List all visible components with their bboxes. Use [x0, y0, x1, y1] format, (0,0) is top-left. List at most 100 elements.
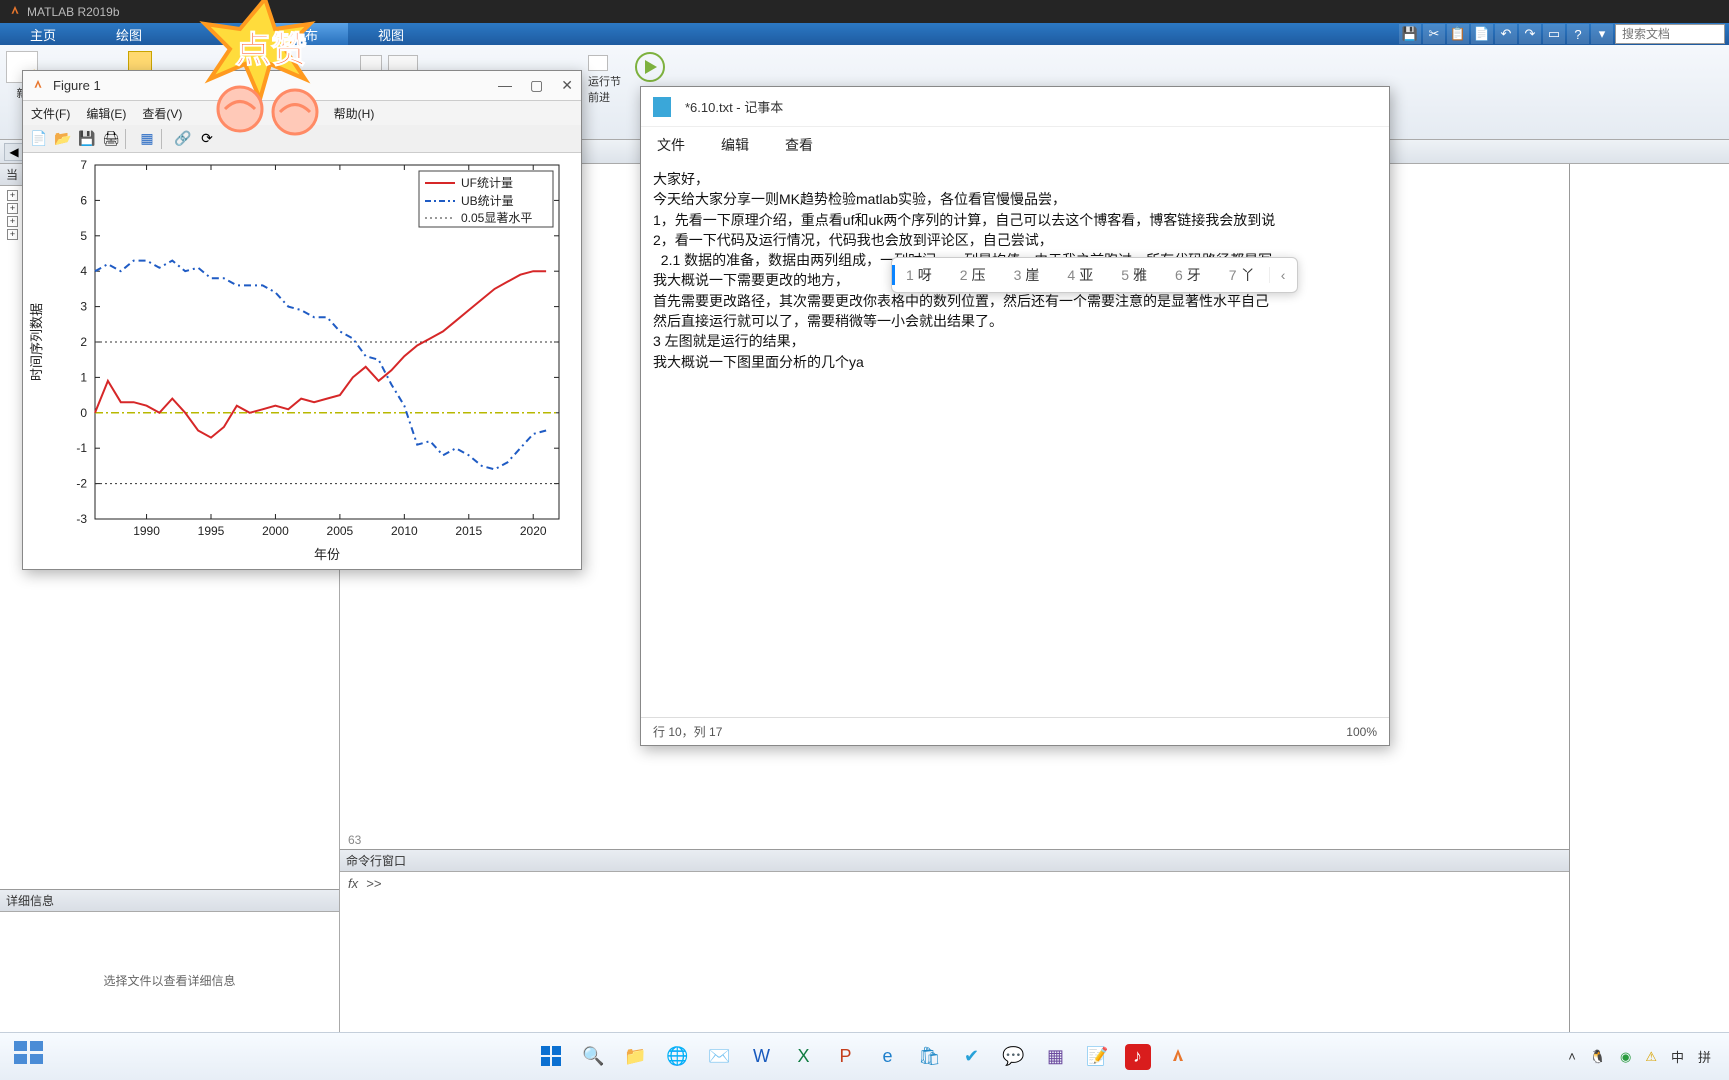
- menu-view[interactable]: 查看(V): [142, 105, 182, 122]
- ie-icon[interactable]: e: [873, 1042, 903, 1072]
- svg-text:-3: -3: [76, 512, 87, 526]
- system-tray: ˄ 🐧 ◉ ⚠ 中 拼: [1568, 1047, 1729, 1066]
- start-icon[interactable]: [537, 1042, 567, 1072]
- ime-candidate[interactable]: 6牙: [1161, 265, 1215, 285]
- ime-lang[interactable]: 中: [1671, 1047, 1684, 1066]
- open-icon[interactable]: 📂: [53, 129, 73, 149]
- notepad-content[interactable]: 大家好， 今天给大家分享一则MK趋势检验matlab实验，各位看官慢慢品尝， 1…: [641, 163, 1389, 717]
- rotate-icon[interactable]: ⟳: [197, 129, 217, 149]
- svg-text:5: 5: [80, 229, 87, 243]
- ts-runsection[interactable]: 运行节 前进: [588, 55, 621, 105]
- cmd-prompt[interactable]: fx >>: [340, 872, 1569, 895]
- store-icon[interactable]: 🛍: [915, 1042, 945, 1072]
- notepad-menu: 文件 编辑 查看: [641, 127, 1389, 163]
- maximize-icon[interactable]: ▢: [530, 77, 543, 94]
- wechat-icon[interactable]: 💬: [999, 1042, 1029, 1072]
- chevron-up-icon[interactable]: ˄: [1568, 1049, 1576, 1064]
- warning-tray-icon[interactable]: ⚠: [1645, 1049, 1657, 1065]
- matlab-logo-icon: [31, 79, 45, 93]
- back-icon[interactable]: ◀: [4, 143, 24, 161]
- ime-prev-icon[interactable]: ‹: [1269, 267, 1297, 283]
- ime-candidate[interactable]: 1呀: [892, 265, 946, 285]
- save-icon[interactable]: 💾: [1399, 24, 1421, 44]
- figure-canvas: -3-2-10123456719901995200020052010201520…: [23, 153, 581, 569]
- details-header: 详细信息: [0, 890, 339, 912]
- chart-plot: -3-2-10123456719901995200020052010201520…: [23, 153, 581, 567]
- save-fig-icon[interactable]: 💾: [77, 129, 97, 149]
- ime-candidate-bar[interactable]: 1呀2压3崖4亚5雅6牙7丫‹: [891, 257, 1298, 293]
- svg-text:-2: -2: [76, 477, 87, 491]
- matlab-task-icon[interactable]: [1163, 1042, 1193, 1072]
- notepad-title-text: *6.10.txt - 记事本: [685, 97, 783, 116]
- ime-candidate[interactable]: 2压: [946, 265, 1000, 285]
- excel-icon[interactable]: X: [789, 1042, 819, 1072]
- taskbar-apps: 🔍 📁 🌐 ✉️ W X P e 🛍 ✔ 💬 ▦ 📝 ♪: [537, 1042, 1193, 1072]
- cmd-header: 命令行窗口: [340, 850, 1569, 872]
- app-icon[interactable]: ▦: [1041, 1042, 1071, 1072]
- chrome-icon[interactable]: 🌐: [663, 1042, 693, 1072]
- minimize-icon[interactable]: —: [498, 77, 512, 94]
- search-doc-input[interactable]: [1615, 24, 1725, 44]
- matlab-title-text: MATLAB R2019b: [27, 5, 120, 19]
- more-icon[interactable]: ▾: [1591, 24, 1613, 44]
- new-fig-icon[interactable]: 📄: [29, 129, 49, 149]
- notepad-window: *6.10.txt - 记事本 文件 编辑 查看 大家好， 今天给大家分享一则M…: [640, 86, 1390, 746]
- link-icon[interactable]: 🔗: [173, 129, 193, 149]
- ppt-icon[interactable]: P: [831, 1042, 861, 1072]
- tab-apps[interactable]: [172, 23, 262, 45]
- np-menu-view[interactable]: 查看: [785, 135, 813, 155]
- paste-icon[interactable]: 📄: [1471, 24, 1493, 44]
- ime-candidate[interactable]: 5雅: [1107, 265, 1161, 285]
- figure-menu: 文件(F) 编辑(E) 查看(V) 窗口(W) 帮助(H): [23, 101, 581, 125]
- svg-text:时间序列数据: 时间序列数据: [29, 303, 44, 381]
- qq-tray-icon[interactable]: 🐧: [1590, 1049, 1606, 1065]
- matlab-logo-icon: [8, 5, 22, 19]
- explorer-icon[interactable]: 📁: [621, 1042, 651, 1072]
- ime-candidate[interactable]: 7丫: [1215, 265, 1269, 285]
- cut-icon[interactable]: ✂: [1423, 24, 1445, 44]
- tab-home[interactable]: 主页: [0, 23, 86, 45]
- svg-text:2020: 2020: [520, 524, 547, 538]
- menu-edit[interactable]: 编辑(E): [86, 105, 126, 122]
- svg-text:0.05显著水平: 0.05显著水平: [461, 211, 532, 225]
- menu-file[interactable]: 文件(F): [31, 105, 70, 122]
- notepad-task-icon[interactable]: 📝: [1083, 1042, 1113, 1072]
- notepad-icon: [653, 97, 671, 117]
- search-icon[interactable]: 🔍: [579, 1042, 609, 1072]
- menu-help[interactable]: 帮助(H): [334, 105, 375, 122]
- close-icon[interactable]: ✕: [561, 77, 573, 94]
- np-menu-edit[interactable]: 编辑: [721, 135, 749, 155]
- svg-text:-1: -1: [76, 441, 87, 455]
- antivirus-tray-icon[interactable]: ◉: [1620, 1049, 1631, 1065]
- notepad-statusbar: 行 10，列 17 100%: [641, 717, 1389, 745]
- copy-icon[interactable]: 📋: [1447, 24, 1469, 44]
- figure-window: Figure 1 — ▢ ✕ 文件(F) 编辑(E) 查看(V) 窗口(W) 帮…: [22, 70, 582, 570]
- print-icon[interactable]: 🖨: [101, 129, 121, 149]
- undo-icon[interactable]: ↶: [1495, 24, 1517, 44]
- svg-text:0: 0: [80, 406, 87, 420]
- ime-candidate[interactable]: 4亚: [1053, 265, 1107, 285]
- redo-icon[interactable]: ↷: [1519, 24, 1541, 44]
- svg-text:3: 3: [80, 300, 87, 314]
- np-menu-file[interactable]: 文件: [657, 135, 685, 155]
- tab-plots[interactable]: 绘图: [86, 23, 172, 45]
- details-placeholder: 选择文件以查看详细信息: [0, 912, 339, 1049]
- ime-candidate[interactable]: 3崖: [1000, 265, 1054, 285]
- mail-icon[interactable]: ✉️: [705, 1042, 735, 1072]
- tab-view[interactable]: 视图: [348, 23, 434, 45]
- datacursor-icon[interactable]: ▦: [137, 129, 157, 149]
- help-icon[interactable]: ?: [1567, 24, 1589, 44]
- line-number: 63: [348, 833, 361, 847]
- figure-toolbar: 📄 📂 💾 🖨 ▦ 🔗 ⟳: [23, 125, 581, 153]
- word-icon[interactable]: W: [747, 1042, 777, 1072]
- menu-window[interactable]: 窗口(W): [274, 105, 317, 122]
- task-view-icon[interactable]: [14, 1041, 54, 1073]
- svg-text:4: 4: [80, 264, 87, 278]
- layout-icon[interactable]: ▭: [1543, 24, 1565, 44]
- tab-publish[interactable]: 发布: [262, 23, 348, 45]
- quickaccess-icons: 💾 ✂ 📋 📄 ↶ ↷ ▭ ? ▾: [1399, 23, 1729, 45]
- netease-icon[interactable]: ♪: [1125, 1044, 1151, 1070]
- todo-icon[interactable]: ✔: [957, 1042, 987, 1072]
- ime-mode[interactable]: 拼: [1698, 1047, 1711, 1066]
- np-cursor-pos: 行 10，列 17: [653, 723, 722, 740]
